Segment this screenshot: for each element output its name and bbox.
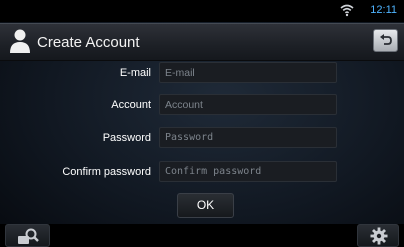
search-icon [18,228,39,244]
ok-button[interactable]: OK [177,193,234,218]
account-field[interactable] [159,94,337,115]
back-arrow-icon [380,34,392,45]
search-button[interactable] [5,224,50,247]
wifi-icon [340,4,354,17]
gear-icon [370,227,388,245]
account-label: Account [111,99,151,111]
screen: 12:11 Create Account E-mail Account Pass… [0,0,404,247]
confirm-password-field[interactable] [159,161,337,182]
header: Create Account [0,23,404,61]
status-clock: 12:11 [370,4,397,16]
confirm-password-label: Confirm password [62,166,151,178]
settings-button[interactable] [357,224,399,247]
back-button[interactable] [373,29,398,52]
email-field[interactable] [159,62,337,83]
user-icon [10,29,30,53]
status-bar: 12:11 [0,0,404,22]
page-title: Create Account [37,34,140,51]
email-label: E-mail [119,67,151,79]
password-label: Password [102,132,151,144]
password-field[interactable] [159,127,337,148]
bottom-bar [0,224,404,247]
